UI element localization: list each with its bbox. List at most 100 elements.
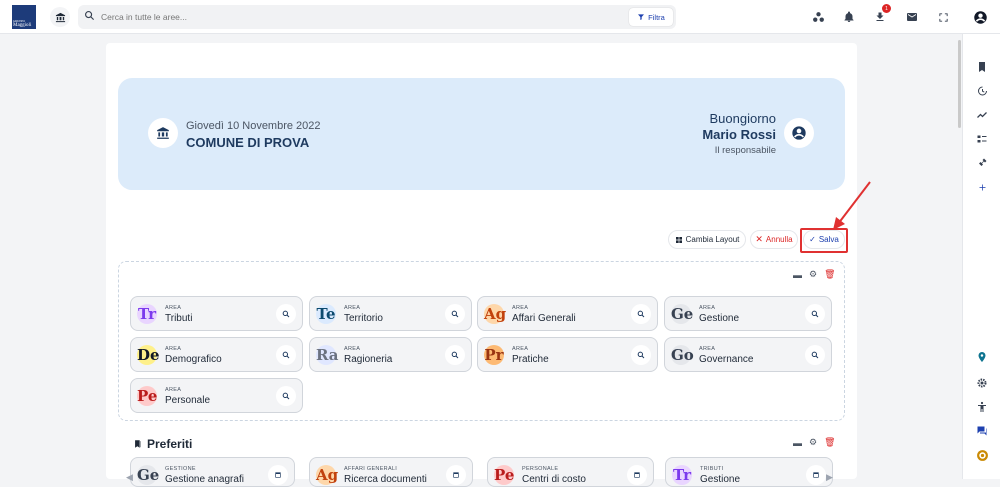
trash-icon[interactable]: 🗑 bbox=[824, 437, 835, 448]
favorite-kicker: PERSONALE bbox=[522, 466, 559, 472]
top-bar: GRUPPO Maggioli Filtra 1 bbox=[0, 0, 1000, 34]
area-title: Territorio bbox=[344, 313, 383, 324]
apps-icon[interactable] bbox=[808, 7, 828, 27]
location-icon[interactable] bbox=[975, 350, 989, 364]
search-icon[interactable] bbox=[445, 304, 465, 324]
area-glyph-icon: De bbox=[137, 345, 160, 365]
search-input[interactable] bbox=[101, 12, 601, 22]
search-icon[interactable] bbox=[805, 345, 825, 365]
download-badge: 1 bbox=[882, 4, 891, 13]
bank-icon bbox=[148, 118, 178, 148]
user-role: Il responsabile bbox=[714, 145, 776, 156]
scrollbar[interactable] bbox=[958, 40, 961, 128]
grid-icon bbox=[675, 236, 682, 243]
user-name: Mario Rossi bbox=[702, 127, 776, 142]
bookmarks-icon bbox=[135, 440, 141, 448]
favorite-glyph-icon: Ag bbox=[316, 465, 339, 485]
chevron-left-icon[interactable]: ◀ bbox=[126, 472, 133, 483]
area-tile[interactable]: Ag AREA Affari Generali bbox=[477, 296, 658, 331]
area-glyph-icon: Go bbox=[671, 345, 694, 365]
search-icon[interactable] bbox=[805, 304, 825, 324]
area-tile[interactable]: Ge AREA Gestione bbox=[664, 296, 832, 331]
favorite-glyph-icon: Tr bbox=[672, 465, 692, 485]
area-tile[interactable]: Pe AREA Personale bbox=[130, 378, 303, 413]
area-title: Tributi bbox=[165, 313, 193, 324]
favorite-title: Ricerca documenti bbox=[344, 474, 427, 485]
save-highlight bbox=[800, 228, 848, 253]
chevron-right-icon[interactable]: ▶ bbox=[826, 472, 833, 483]
area-tile[interactable]: Go AREA Governance bbox=[664, 337, 832, 372]
favorite-tile[interactable]: Pe PERSONALE Centri di costo bbox=[487, 457, 654, 487]
trash-icon[interactable]: 🗑 bbox=[824, 269, 835, 280]
change-layout-button[interactable]: Cambia Layout bbox=[668, 230, 746, 249]
filter-icon bbox=[638, 14, 645, 20]
favorite-tile[interactable]: Ag AFFARI GENERALI Ricerca documenti bbox=[309, 457, 473, 487]
bank-icon[interactable] bbox=[50, 7, 70, 27]
minimize-icon[interactable]: ▬ bbox=[793, 438, 802, 448]
search-icon[interactable] bbox=[631, 345, 651, 365]
filter-button[interactable]: Filtra bbox=[629, 8, 673, 26]
search-icon[interactable] bbox=[276, 304, 296, 324]
search-icon[interactable] bbox=[276, 345, 296, 365]
area-tile[interactable]: Pr AREA Pratiche bbox=[477, 337, 658, 372]
chat-icon[interactable] bbox=[975, 424, 989, 438]
gear-icon[interactable]: ⚙ bbox=[809, 269, 817, 280]
area-tile[interactable]: Tr AREA Tributi bbox=[130, 296, 303, 331]
maggioli-logo[interactable]: GRUPPO Maggioli bbox=[12, 5, 36, 29]
favorite-title: Gestione anagrafi bbox=[165, 474, 244, 485]
area-glyph-icon: Pe bbox=[137, 386, 158, 406]
settings-icon[interactable] bbox=[975, 376, 989, 390]
search-icon[interactable] bbox=[445, 345, 465, 365]
plugin-icon[interactable] bbox=[975, 156, 989, 170]
area-tile[interactable]: Ra AREA Ragioneria bbox=[309, 337, 472, 372]
area-glyph-icon: Te bbox=[316, 304, 336, 324]
area-tile[interactable]: Te AREA Territorio bbox=[309, 296, 472, 331]
area-glyph-icon: Tr bbox=[137, 304, 157, 324]
favorite-tile[interactable]: Ge GESTIONE Gestione anagrafi bbox=[130, 457, 295, 487]
area-title: Demografico bbox=[165, 354, 222, 365]
area-kicker: AREA bbox=[165, 305, 182, 311]
open-window-icon[interactable] bbox=[627, 465, 647, 485]
area-glyph-icon: Ra bbox=[316, 345, 339, 365]
history-icon[interactable] bbox=[975, 84, 989, 98]
mail-icon[interactable] bbox=[902, 7, 922, 27]
current-date: Giovedì 10 Novembre 2022 bbox=[186, 120, 321, 132]
area-title: Personale bbox=[165, 395, 211, 406]
right-sidebar bbox=[962, 34, 1000, 479]
bookmark-icon[interactable] bbox=[975, 60, 989, 74]
accessibility-icon[interactable] bbox=[975, 400, 989, 414]
area-title: Affari Generali bbox=[512, 313, 576, 324]
cancel-button[interactable]: ✕ Annulla bbox=[750, 230, 798, 249]
favorite-tile[interactable]: Tr TRIBUTI Gestione bbox=[665, 457, 833, 487]
area-tile[interactable]: De AREA Demografico bbox=[130, 337, 303, 372]
add-icon[interactable] bbox=[975, 180, 989, 194]
trending-icon[interactable] bbox=[975, 108, 989, 122]
account-icon[interactable] bbox=[970, 7, 990, 27]
area-kicker: AREA bbox=[165, 387, 182, 393]
area-glyph-icon: Ag bbox=[484, 304, 507, 324]
minimize-icon[interactable]: ▬ bbox=[793, 270, 802, 280]
help-icon[interactable] bbox=[975, 448, 989, 462]
fullscreen-icon[interactable] bbox=[933, 7, 953, 27]
favorite-glyph-icon: Pe bbox=[494, 465, 515, 485]
favorite-glyph-icon: Ge bbox=[137, 465, 160, 485]
favorite-title: Gestione bbox=[700, 474, 741, 485]
download-icon[interactable]: 1 bbox=[870, 4, 891, 27]
bell-icon[interactable] bbox=[839, 7, 859, 27]
checklist-icon[interactable] bbox=[975, 132, 989, 146]
greeting: Buongiorno bbox=[709, 111, 777, 126]
open-window-icon[interactable] bbox=[806, 465, 826, 485]
area-title: Governance bbox=[699, 354, 754, 365]
search-icon[interactable] bbox=[276, 386, 296, 406]
open-window-icon[interactable] bbox=[268, 465, 288, 485]
account-icon[interactable] bbox=[784, 118, 814, 148]
search-icon[interactable] bbox=[631, 304, 651, 324]
area-kicker: AREA bbox=[165, 346, 182, 352]
cancel-label: Annulla bbox=[765, 235, 793, 244]
gear-icon[interactable]: ⚙ bbox=[809, 437, 817, 448]
favorite-kicker: TRIBUTI bbox=[700, 466, 724, 472]
change-layout-label: Cambia Layout bbox=[685, 235, 740, 244]
favorites-title: Preferiti bbox=[147, 437, 193, 451]
open-window-icon[interactable] bbox=[446, 465, 466, 485]
global-search[interactable]: Filtra bbox=[78, 5, 676, 29]
